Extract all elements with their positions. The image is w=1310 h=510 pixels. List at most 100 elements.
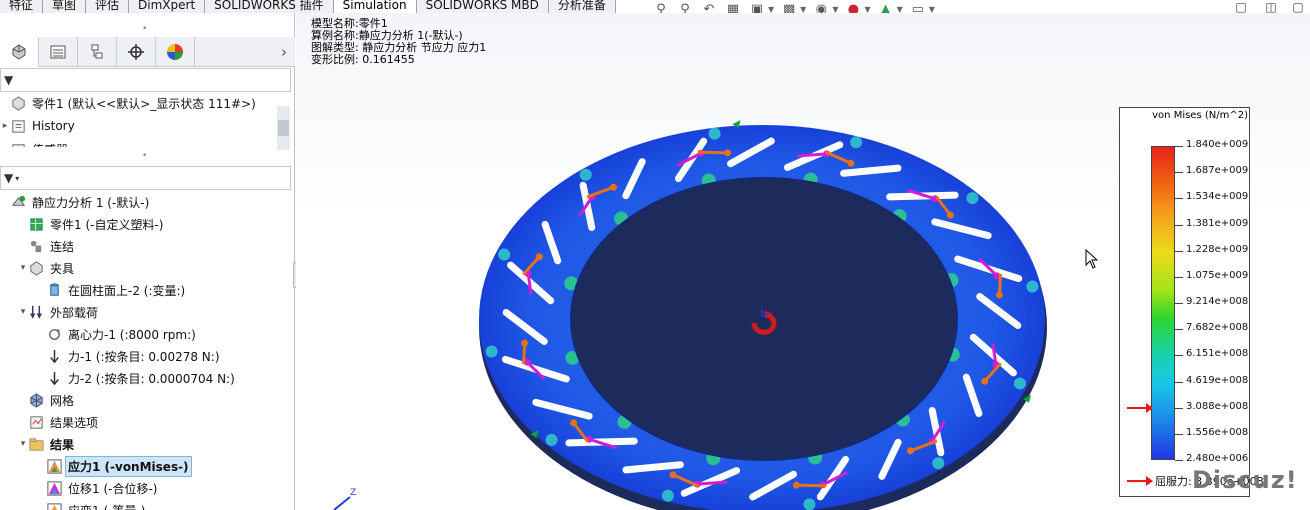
- part-icon: [10, 95, 27, 111]
- configuration-manager-icon[interactable]: [78, 37, 117, 67]
- legend-tick-label: 1.840e+009: [1186, 139, 1249, 150]
- tree-item[interactable]: 网格: [18, 389, 76, 411]
- plot-info-block: 模型名称:零件1 算例名称:静应力分析 1(-默认-) 图解类型: 静应力分析 …: [311, 18, 486, 66]
- collapse-arrow-icon[interactable]: ▾: [18, 439, 28, 449]
- manager-tabs: ›: [0, 37, 295, 67]
- sensor-icon: [10, 141, 27, 147]
- stress-hotspot: [1026, 280, 1039, 293]
- external-loads-icon: [28, 304, 45, 320]
- legend-title: von Mises (N/m^2): [1152, 110, 1248, 121]
- legend-color-bar: [1151, 146, 1175, 460]
- load-arrow-head: [792, 481, 800, 489]
- connections-icon: [28, 238, 45, 254]
- fixtures-icon: [28, 260, 45, 276]
- tree-item[interactable]: 连结: [18, 235, 76, 257]
- tree-item[interactable]: 静应力分析 1 (-默认-): [0, 191, 151, 213]
- collapse-arrow-icon[interactable]: ▾: [18, 307, 28, 317]
- command-tab[interactable]: SOLIDWORKS 插件: [205, 0, 334, 13]
- load-arrow-head: [535, 253, 543, 261]
- legend-tick-label: 1.534e+009: [1186, 191, 1249, 203]
- legend-tick: [1175, 460, 1183, 461]
- tree-item[interactable]: 离心力-1 (:8000 rpm:): [36, 323, 198, 345]
- tree-item[interactable]: ▸ History: [0, 115, 77, 137]
- stress-legend[interactable]: von Mises (N/m^2) 1.840e+009 1.687e+009 1.…: [1119, 107, 1264, 497]
- history-icon: [10, 118, 27, 134]
- tree-item-label: 结果: [50, 437, 75, 452]
- stress-hotspot: [808, 450, 823, 465]
- command-tab[interactable]: 草图: [43, 0, 87, 13]
- displacement-plot-icon: [46, 480, 63, 496]
- tree-item[interactable]: 应力1 (-vonMises-): [36, 455, 192, 477]
- tree-item-label: 应变1 (-等量-): [66, 501, 147, 510]
- legend-tick: [1175, 355, 1183, 357]
- tree-item[interactable]: ▾ 结果: [18, 433, 76, 455]
- legend-tick: [1175, 329, 1183, 331]
- scrollbar-thumb[interactable]: [278, 120, 289, 136]
- tree-item[interactable]: 力-1 (:按条目: 0.00278 N:): [36, 345, 222, 367]
- load-arrow: [697, 150, 728, 155]
- legend-tick: [1175, 276, 1183, 278]
- load-arrow: [697, 480, 728, 486]
- feature-manager-icon[interactable]: [0, 37, 39, 67]
- tree-item-label: 夹具: [50, 261, 75, 276]
- stress-hotspot: [932, 457, 945, 470]
- legend-tick-label: 1.228e+009: [1186, 243, 1249, 255]
- display-manager-icon[interactable]: [156, 37, 195, 67]
- part-tree-scrollbar[interactable]: [277, 106, 290, 150]
- panel-grip-handle[interactable]: •: [142, 24, 147, 34]
- stress-ring: [479, 125, 1045, 510]
- tree-item[interactable]: ▾ 夹具: [18, 257, 76, 279]
- legend-tick: [1175, 250, 1183, 252]
- legend-tick-label: 9.214e+008: [1186, 296, 1249, 307]
- legend-tick-label: 6.151e+008: [1186, 348, 1249, 360]
- tree-item[interactable]: 在圆柱面上-2 (:变量:): [36, 279, 187, 301]
- dimxpert-manager-icon[interactable]: [117, 37, 156, 67]
- tree-item-label: 连结: [50, 239, 75, 254]
- stress-hotspot: [661, 489, 674, 502]
- mesh-icon: [28, 392, 45, 408]
- legend-tick: [1175, 146, 1183, 147]
- strain-plot-icon: [46, 502, 63, 510]
- tree-item-label: 力-2 (:按条目: 0.0000704 N:): [68, 371, 235, 386]
- stress-hotspot: [579, 168, 592, 181]
- command-tab[interactable]: SOLIDWORKS MBD: [416, 0, 549, 13]
- tree-item[interactable]: 力-2 (:按条目: 0.0000704 N:): [36, 367, 237, 389]
- tree-item-label: 在圆柱面上-2 (:变量:): [68, 283, 186, 298]
- tree-item[interactable]: 零件1 (默认<<默认>_显示状态 111#>): [0, 92, 258, 114]
- tree-item[interactable]: 零件1 (-自定义塑料-): [18, 213, 165, 235]
- collapse-arrow-icon[interactable]: ▾: [18, 263, 28, 273]
- legend-tick-label: 1.687e+009: [1186, 165, 1249, 177]
- load-arrow-head: [724, 149, 732, 157]
- expand-arrow-icon[interactable]: ▸: [0, 121, 10, 131]
- command-tab[interactable]: 特征: [0, 0, 44, 13]
- tree-item-label: 零件1 (默认<<默认>_显示状态 111#>): [32, 96, 256, 111]
- command-tab[interactable]: 评估: [86, 0, 130, 13]
- chevron-right-icon[interactable]: ›: [281, 43, 287, 61]
- feature-filter-box[interactable]: ▼: [0, 68, 291, 92]
- property-manager-icon[interactable]: [39, 37, 78, 67]
- tree-item[interactable]: 传感器: [0, 138, 70, 147]
- legend-tick: [1175, 381, 1183, 383]
- legend-tick-label: 3.088e+008: [1186, 400, 1249, 412]
- study-filter-box[interactable]: ▼ ▾: [0, 166, 291, 190]
- load-arrow-head: [570, 419, 578, 427]
- legend-tick: [1175, 172, 1183, 174]
- legend-tick-label: 7.682e+008: [1186, 322, 1249, 334]
- stress-hotspot: [803, 498, 816, 510]
- static-study-icon: [10, 194, 27, 210]
- tree-item[interactable]: 应变1 (-等量-): [36, 499, 147, 510]
- tree-item[interactable]: 位移1 (-合位移-): [36, 477, 159, 499]
- tree-item[interactable]: 结果选项: [18, 411, 100, 433]
- command-tab[interactable]: Simulation: [333, 0, 417, 13]
- command-manager-tabs: 特征 草图 评估 DimXpert SOLIDWORKS 插件 Simulation SOL…: [0, 0, 616, 13]
- command-tab[interactable]: DimXpert: [129, 0, 206, 13]
- legend-tick: [1175, 224, 1183, 226]
- legend-tick: [1175, 303, 1183, 304]
- load-arrow: [796, 152, 827, 158]
- info-deformation-scale: 变形比例: 0.161455: [311, 53, 415, 66]
- command-tab[interactable]: 分析准备: [548, 0, 616, 13]
- legend-tick-label: 2.480e+006: [1186, 453, 1249, 464]
- tree-item-label: 静应力分析 1 (-默认-): [32, 195, 150, 210]
- pane-splitter-grip[interactable]: •: [142, 151, 147, 161]
- tree-item[interactable]: ▾ 外部载荷: [18, 301, 100, 323]
